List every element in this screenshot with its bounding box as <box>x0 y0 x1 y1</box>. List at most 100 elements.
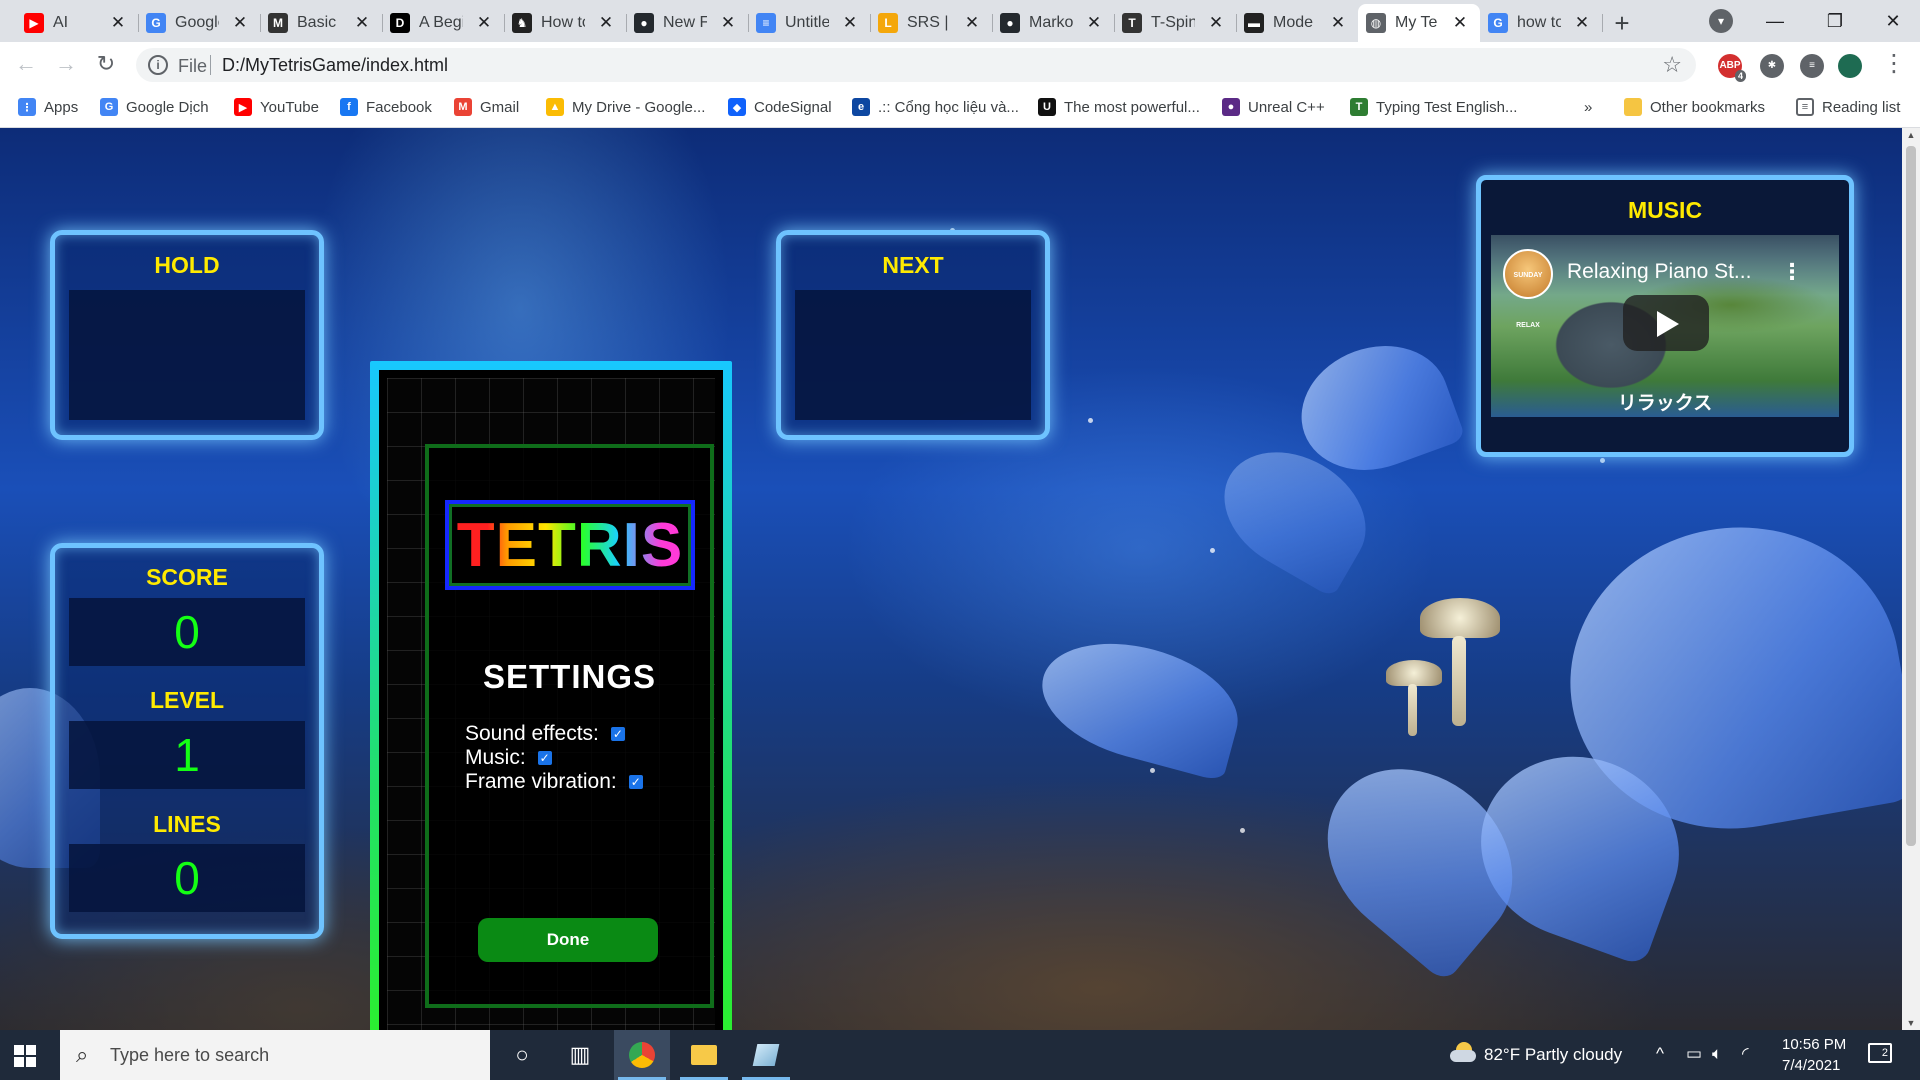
address-bar[interactable]: i File D:/MyTetrisGame/index.html ☆ <box>136 48 1696 82</box>
clock-time[interactable]: 10:56 PM <box>1782 1036 1846 1053</box>
chrome-taskbar-icon[interactable] <box>614 1030 670 1080</box>
partly-cloudy-icon[interactable] <box>1450 1042 1476 1064</box>
reading-list[interactable]: ≡ Reading list <box>1796 96 1900 118</box>
windows-start-icon[interactable] <box>14 1045 36 1067</box>
page-background: HOLD SCORE 0 LEVEL 1 LINES 0 TETRIS SETT… <box>0 128 1902 1030</box>
bookmark-item[interactable]: ● Unreal C++ <box>1222 96 1325 118</box>
close-tab-icon[interactable]: ✕ <box>474 13 494 33</box>
tab-4[interactable]: D A Begi ✕ <box>382 4 505 42</box>
show-hidden-icons-icon[interactable]: ^ <box>1656 1044 1664 1064</box>
music-option[interactable]: Music: ✓ <box>465 746 552 770</box>
tab-1[interactable]: ▶ AI ✕ <box>16 4 139 42</box>
tab-12[interactable]: ◍ My Te ✕ <box>1358 4 1480 42</box>
tab-5[interactable]: ♞ How to ✕ <box>504 4 627 42</box>
channel-avatar[interactable]: SUNDAY RELAX <box>1503 249 1553 329</box>
bookmark-item[interactable]: G Google Dịch <box>100 96 209 118</box>
video-menu-icon[interactable]: ⋮ <box>1781 259 1803 285</box>
bookmark-item[interactable]: M Gmail <box>454 96 519 118</box>
bookmark-star-icon[interactable]: ☆ <box>1662 52 1682 78</box>
minimize-icon[interactable]: — <box>1750 4 1800 38</box>
close-tab-icon[interactable]: ✕ <box>840 13 860 33</box>
task-view-icon[interactable]: ▥ <box>552 1030 608 1080</box>
notification-center-icon[interactable]: 2 <box>1868 1043 1892 1063</box>
tab-13[interactable]: Ghow to ✕ <box>1480 4 1603 42</box>
tab-8[interactable]: L SRS | T ✕ <box>870 4 993 42</box>
volume-icon[interactable]: 🔈︎ <box>1712 1044 1722 1064</box>
close-tab-icon[interactable]: ✕ <box>596 13 616 33</box>
frame-vibration-option[interactable]: Frame vibration: ✓ <box>465 770 643 794</box>
wifi-icon[interactable]: ◜ <box>1742 1044 1749 1064</box>
sound-effects-checkbox[interactable]: ✓ <box>610 727 625 741</box>
bookmarks-overflow-icon[interactable]: » <box>1584 96 1592 118</box>
lines-value: 0 <box>174 852 200 904</box>
reload-icon[interactable]: ↻ <box>92 50 120 78</box>
tab-11[interactable]: ▬ Mode ✕ <box>1236 4 1358 42</box>
weather-text[interactable]: 82°F Partly cloudy <box>1484 1045 1622 1065</box>
scroll-up-icon[interactable]: ▲ <box>1906 130 1916 140</box>
close-tab-icon[interactable]: ✕ <box>230 13 250 33</box>
bookmark-item[interactable]: T Typing Test English... <box>1350 96 1517 118</box>
extensions-puzzle-icon[interactable]: ✱ <box>1760 54 1784 78</box>
tab-2[interactable]: G Google ✕ <box>138 4 261 42</box>
scrollbar-thumb[interactable] <box>1906 146 1916 846</box>
info-icon[interactable]: i <box>148 55 168 75</box>
close-tab-icon[interactable]: ✕ <box>1084 13 1104 33</box>
taskbar-search-placeholder[interactable]: Type here to search <box>110 1045 269 1066</box>
tab-title: Google <box>175 14 219 31</box>
video-title[interactable]: Relaxing Piano St... <box>1567 260 1751 284</box>
close-tab-icon[interactable]: ✕ <box>718 13 738 33</box>
profile-avatar[interactable] <box>1838 54 1862 78</box>
frame-vibration-checkbox[interactable]: ✓ <box>628 775 643 789</box>
restore-icon[interactable]: ❐ <box>1810 4 1860 38</box>
sound-effects-option[interactable]: Sound effects: ✓ <box>465 722 625 746</box>
close-tab-icon[interactable]: ✕ <box>1572 13 1592 33</box>
scroll-down-icon[interactable]: ▼ <box>1906 1018 1916 1028</box>
back-icon[interactable]: ← <box>12 50 40 78</box>
game-board[interactable]: TETRIS SETTINGS Sound effects: ✓ Music: … <box>370 361 732 1030</box>
bookmark-item[interactable]: ⋮ Apps <box>18 96 78 118</box>
music-title: MUSIC <box>1627 197 1703 223</box>
bookmark-item[interactable]: ▶ YouTube <box>234 96 319 118</box>
clock-date[interactable]: 7/4/2021 <box>1782 1057 1840 1074</box>
close-tab-icon[interactable]: ✕ <box>352 13 372 33</box>
close-window-icon[interactable]: ✕ <box>1868 4 1918 38</box>
hold-slot <box>69 290 305 420</box>
media-control-icon[interactable]: ≡ <box>1800 54 1824 78</box>
new-tab-button[interactable]: + <box>1608 9 1636 37</box>
adblock-extension-icon[interactable]: ABP 4 <box>1718 54 1746 82</box>
browser-toolbar: ← → ↻ i File D:/MyTetrisGame/index.html … <box>0 42 1920 87</box>
tab-9[interactable]: ● Marko ✕ <box>992 4 1115 42</box>
youtube-embed[interactable]: SUNDAY RELAX Relaxing Piano St... ⋮ リラック… <box>1491 235 1839 417</box>
bookmark-item[interactable]: ◆ CodeSignal <box>728 96 832 118</box>
taskbar-search[interactable]: ⌕ Type here to search <box>60 1030 490 1080</box>
tab-search-icon[interactable]: ▾ <box>1709 9 1733 33</box>
close-tab-icon[interactable]: ✕ <box>1206 13 1226 33</box>
music-checkbox[interactable]: ✓ <box>537 751 552 765</box>
play-button[interactable] <box>1623 295 1709 351</box>
bookmark-item[interactable]: f Facebook <box>340 96 432 118</box>
other-bookmarks[interactable]: Other bookmarks <box>1624 96 1765 118</box>
battery-icon[interactable]: ▭ <box>1686 1044 1702 1064</box>
chrome-menu-icon[interactable]: ⋮ <box>1880 50 1908 78</box>
bookmark-item[interactable]: U The most powerful... <box>1038 96 1200 118</box>
close-tab-icon[interactable]: ✕ <box>1328 13 1348 33</box>
close-tab-icon[interactable]: ✕ <box>1450 13 1470 33</box>
app-taskbar-icon[interactable] <box>738 1030 794 1080</box>
bookmark-item[interactable]: ▲ My Drive - Google... <box>546 96 705 118</box>
file-explorer-icon[interactable] <box>676 1030 732 1080</box>
close-tab-icon[interactable]: ✕ <box>962 13 982 33</box>
youtube-icon: ▶ <box>234 98 252 116</box>
tetris-logo: TETRIS <box>445 500 695 590</box>
tab-7[interactable]: ≡ Untitle ✕ <box>748 4 871 42</box>
tab-3[interactable]: M Basic S ✕ <box>260 4 383 42</box>
tab-10[interactable]: T T-Spin ✕ <box>1114 4 1237 42</box>
tab-6[interactable]: ● New F ✕ <box>626 4 749 42</box>
cortana-icon[interactable]: ○ <box>494 1030 550 1080</box>
page-scrollbar[interactable]: ▲ ▼ <box>1902 128 1920 1030</box>
forward-icon[interactable]: → <box>52 50 80 78</box>
address-url[interactable]: D:/MyTetrisGame/index.html <box>222 55 448 76</box>
edu-icon: e <box>852 98 870 116</box>
bookmark-item[interactable]: e .:: Cổng học liệu và... <box>852 96 1019 118</box>
close-tab-icon[interactable]: ✕ <box>108 13 128 33</box>
done-button[interactable]: Done <box>478 918 658 962</box>
